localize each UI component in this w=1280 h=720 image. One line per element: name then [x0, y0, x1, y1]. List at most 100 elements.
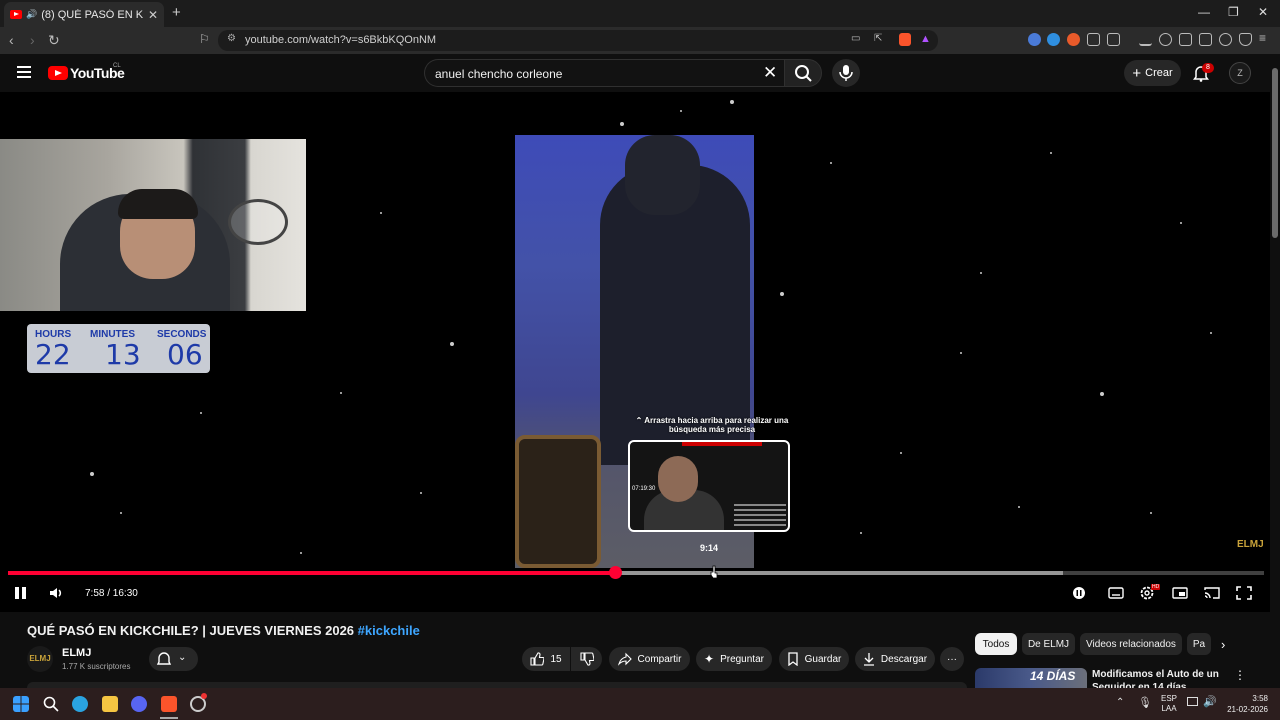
- file-explorer-icon[interactable]: [102, 696, 118, 712]
- subtitles-icon[interactable]: [1108, 586, 1124, 600]
- volume-tray-icon[interactable]: 🔊: [1203, 695, 1217, 708]
- cast-icon[interactable]: ▭: [851, 33, 860, 44]
- autoplay-toggle-icon[interactable]: [1072, 586, 1088, 600]
- microphone-icon: [839, 65, 853, 81]
- fullscreen-icon[interactable]: [1236, 586, 1252, 600]
- microphone-tray-icon[interactable]: 🎙: [1138, 696, 1152, 709]
- subscription-bell-button[interactable]: ⌄: [149, 647, 198, 671]
- clock[interactable]: 3:58 21-02-2026: [1222, 693, 1268, 715]
- new-tab-button[interactable]: +: [172, 4, 181, 21]
- reload-icon[interactable]: ↻: [48, 32, 60, 49]
- more-actions-button[interactable]: ···: [940, 647, 964, 671]
- like-button[interactable]: 15: [522, 647, 570, 671]
- chip-channel[interactable]: De ELMJ: [1022, 633, 1075, 655]
- seconds-value: 06: [167, 338, 203, 371]
- notification-dot: [201, 693, 207, 699]
- thumbs-up-icon: [530, 652, 545, 666]
- video-player[interactable]: HOURS MINUTES SECONDS 22 13 06 ⌃ Arrastr…: [0, 92, 1270, 612]
- sidebar-icon[interactable]: [1179, 33, 1192, 46]
- minimize-button[interactable]: —: [1198, 5, 1210, 19]
- channel-watermark[interactable]: ELMJ: [1237, 539, 1264, 550]
- download-button[interactable]: Descargar: [855, 647, 935, 671]
- cast-tv-icon[interactable]: [1204, 586, 1220, 600]
- vpn-shield-icon[interactable]: [1239, 33, 1252, 46]
- tray-chevron-icon[interactable]: ⌃: [1116, 697, 1124, 708]
- star-dot: [450, 342, 454, 346]
- brave-browser-icon[interactable]: [161, 696, 177, 712]
- scrubber-handle[interactable]: [608, 566, 622, 579]
- browser-toolbar: ‹ › ↻ ⚐ ⚙ youtube.com/watch?v=s6BkbKQOnN…: [0, 27, 1280, 54]
- hamburger-menu-icon[interactable]: [17, 66, 31, 78]
- share-button[interactable]: Compartir: [609, 647, 690, 671]
- share-page-icon[interactable]: ⇱: [874, 33, 882, 44]
- download-label: Descargar: [880, 653, 928, 665]
- page-scrollbar[interactable]: [1270, 54, 1280, 688]
- search-query: anuel chencho corleone: [435, 67, 563, 81]
- extension-icon[interactable]: [1028, 33, 1041, 46]
- volume-icon[interactable]: [48, 586, 64, 600]
- star-dot: [620, 122, 624, 126]
- discord-icon[interactable]: [131, 696, 147, 712]
- downloads-icon[interactable]: [1139, 33, 1152, 46]
- star-dot: [980, 272, 982, 274]
- network-icon[interactable]: [1187, 697, 1198, 706]
- related-video-thumbnail[interactable]: 14 DÍAS: [975, 668, 1087, 688]
- maximize-button[interactable]: ❐: [1228, 5, 1239, 19]
- related-video-title[interactable]: Modificamos el Auto de un Seguidor en 14…: [1092, 668, 1222, 688]
- chip-related[interactable]: Videos relacionados: [1080, 633, 1182, 655]
- address-bar[interactable]: ⚙ youtube.com/watch?v=s6BkbKQOnNM ▭ ⇱ ▲: [218, 30, 938, 51]
- preview-text-row: [734, 524, 786, 526]
- wallet-icon[interactable]: [1199, 33, 1212, 46]
- kebab-menu-icon[interactable]: ⋮: [1234, 668, 1246, 682]
- search-button[interactable]: [784, 59, 822, 87]
- star-dot: [1180, 222, 1182, 224]
- extension-icon[interactable]: [1107, 33, 1120, 46]
- chip-todos[interactable]: Todos: [975, 633, 1017, 655]
- bookmark-icon[interactable]: ⚐: [199, 32, 210, 46]
- close-window-button[interactable]: ✕: [1258, 5, 1268, 19]
- plus-icon: +: [1132, 64, 1142, 82]
- windows-start-icon[interactable]: [13, 696, 29, 712]
- browser-tab[interactable]: 🔊 (8) QUÉ PASÓ EN KICKCHILE? | JUEVES VI…: [4, 2, 164, 27]
- back-icon[interactable]: ‹: [9, 32, 14, 48]
- hashtag-link[interactable]: #kickchile: [358, 623, 420, 638]
- star-dot: [1018, 506, 1020, 508]
- miniplayer-icon[interactable]: [1172, 586, 1188, 600]
- drag-search-hint: ⌃ Arrastra hacia arriba para realizar un…: [635, 416, 789, 434]
- dislike-button[interactable]: [571, 647, 602, 671]
- subscriber-count: 1.77 K suscriptores: [62, 662, 131, 671]
- search-icon: [795, 65, 812, 82]
- channel-name[interactable]: ELMJ: [62, 647, 91, 659]
- leo-ai-icon[interactable]: [1219, 33, 1232, 46]
- chip-partial[interactable]: Pa: [1187, 633, 1211, 655]
- preview-banner: [682, 442, 762, 446]
- browser-menu-icon[interactable]: ≡: [1259, 31, 1266, 45]
- pause-button[interactable]: [14, 586, 28, 600]
- media-icon[interactable]: [1159, 33, 1172, 46]
- account-avatar[interactable]: Z: [1229, 62, 1251, 84]
- clear-search-icon[interactable]: ✕: [763, 63, 777, 83]
- progress-bar[interactable]: [8, 566, 1264, 579]
- language-indicator[interactable]: ESP LAA: [1161, 694, 1177, 714]
- voice-search-button[interactable]: [832, 59, 860, 87]
- create-button[interactable]: + Crear: [1124, 60, 1181, 86]
- channel-avatar[interactable]: ELMJ: [27, 646, 53, 672]
- save-button[interactable]: Guardar: [779, 647, 849, 671]
- telegram-icon[interactable]: [72, 696, 88, 712]
- extension-icon[interactable]: [1067, 33, 1080, 46]
- extension-icon[interactable]: [1047, 33, 1060, 46]
- tab-close-icon[interactable]: ✕: [148, 8, 158, 22]
- search-icon[interactable]: [43, 696, 59, 712]
- youtube-logo-icon[interactable]: [48, 66, 68, 80]
- search-input[interactable]: anuel chencho corleone ✕: [424, 59, 784, 87]
- preview-text-row: [734, 504, 786, 506]
- forward-icon[interactable]: ›: [30, 32, 35, 48]
- site-info-icon[interactable]: ⚙: [227, 33, 236, 44]
- brave-rewards-icon[interactable]: ▲: [920, 33, 931, 45]
- extensions-puzzle-icon[interactable]: [1087, 33, 1100, 46]
- brave-shields-icon[interactable]: [899, 33, 911, 46]
- preview-text-row: [734, 514, 786, 516]
- scrollbar-thumb[interactable]: [1272, 68, 1278, 238]
- chevron-right-icon[interactable]: ›: [1221, 637, 1225, 652]
- ask-button[interactable]: ✦ Preguntar: [696, 647, 772, 671]
